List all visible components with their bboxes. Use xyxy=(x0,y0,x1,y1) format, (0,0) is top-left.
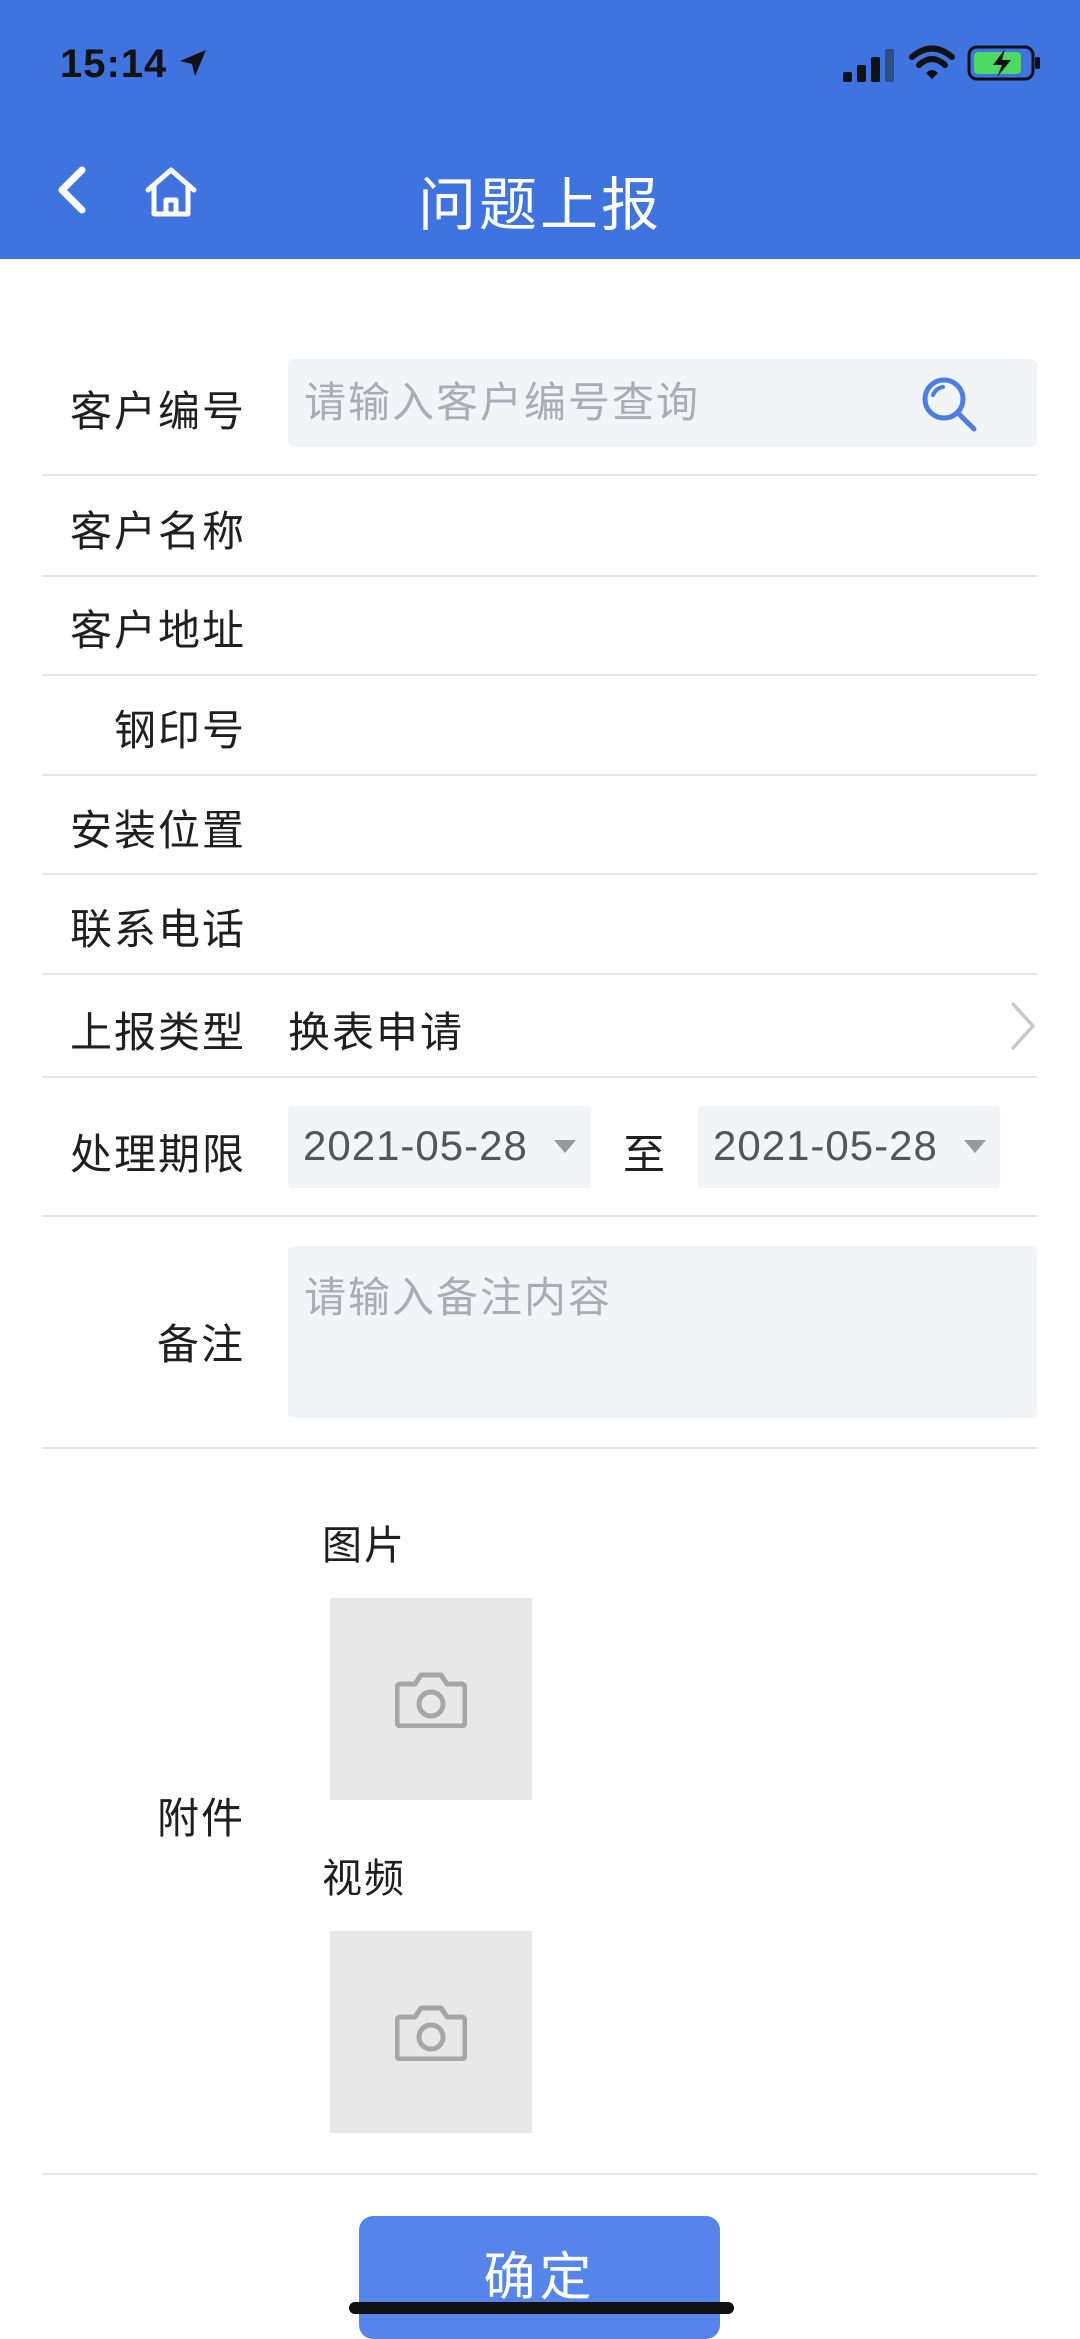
report-type-label: 上报类型 xyxy=(70,1009,247,1056)
image-upload-button[interactable] xyxy=(330,1598,532,1800)
video-section-label: 视频 xyxy=(322,1857,406,1901)
wifi-icon xyxy=(909,45,955,79)
attachment-label: 附件 xyxy=(157,1795,246,1842)
end-date-picker[interactable]: 2021-05-28 xyxy=(698,1106,1000,1188)
start-date-picker[interactable]: 2021-05-28 xyxy=(288,1106,591,1188)
battery-charging-icon xyxy=(967,45,1040,81)
seal-no-row: 钢印号 xyxy=(42,676,1037,776)
remark-label: 备注 xyxy=(157,1321,246,1368)
end-date-value: 2021-05-28 xyxy=(713,1122,938,1169)
report-type-value: 换表申请 xyxy=(288,1009,465,1056)
header-bar: 15:14 问题上报 xyxy=(0,0,1080,259)
install-location-row: 安装位置 xyxy=(42,776,1037,875)
confirm-button[interactable]: 确定 xyxy=(359,2216,720,2339)
attachment-row: 附件 xyxy=(42,1449,1037,2175)
seal-no-label: 钢印号 xyxy=(114,707,247,754)
start-date-value: 2021-05-28 xyxy=(303,1122,528,1169)
video-upload-button[interactable] xyxy=(330,1931,532,2133)
search-icon[interactable] xyxy=(918,373,982,437)
install-location-label: 安装位置 xyxy=(70,807,247,854)
caret-down-icon xyxy=(554,1140,576,1153)
camera-icon xyxy=(395,1672,467,1728)
deadline-label: 处理期限 xyxy=(70,1131,247,1178)
phone-label: 联系电话 xyxy=(70,906,247,953)
customer-no-search-box xyxy=(288,359,1037,447)
customer-name-label: 客户名称 xyxy=(70,508,247,555)
remark-input[interactable] xyxy=(304,1264,1019,1404)
home-indicator xyxy=(349,2302,734,2314)
customer-address-row: 客户地址 xyxy=(42,577,1037,676)
phone-row: 联系电话 xyxy=(42,875,1037,975)
chevron-right-icon xyxy=(1011,1002,1035,1050)
remark-box xyxy=(288,1246,1037,1418)
cellular-signal-icon xyxy=(843,49,894,82)
customer-name-row: 客户名称 xyxy=(42,478,1037,577)
caret-down-icon xyxy=(964,1140,986,1153)
report-type-row[interactable]: 上报类型 换表申请 xyxy=(42,975,1037,1078)
customer-no-input[interactable] xyxy=(304,359,904,447)
location-arrow-icon xyxy=(180,50,206,76)
camera-icon xyxy=(395,2005,467,2061)
status-time: 15:14 xyxy=(60,42,168,86)
customer-address-label: 客户地址 xyxy=(70,607,247,654)
customer-no-label: 客户编号 xyxy=(70,388,247,435)
image-section-label: 图片 xyxy=(322,1524,406,1568)
date-range-separator: 至 xyxy=(623,1131,666,1178)
page-title: 问题上报 xyxy=(417,173,662,238)
